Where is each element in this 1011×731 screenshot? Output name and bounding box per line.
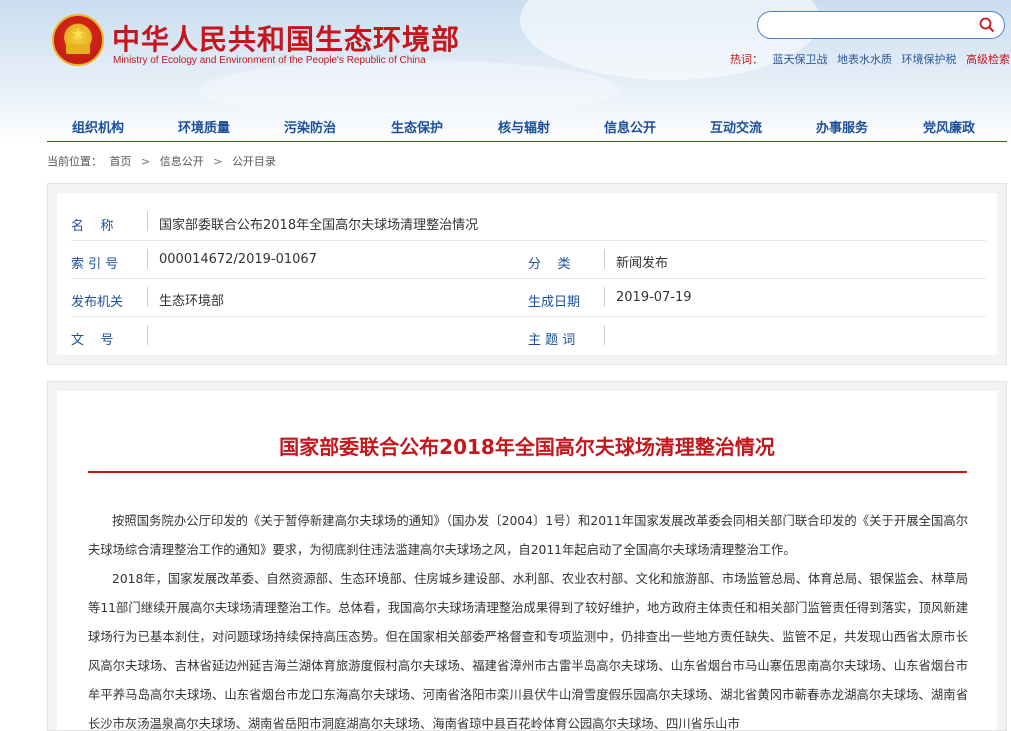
meta-value-issuer: 生态环境部 [159, 294, 225, 309]
nav-item-interaction[interactable]: 互动交流 [710, 117, 762, 136]
meta-label-index: 索 引 号 [71, 257, 119, 272]
article-body: 国家部委联合公布2018年全国高尔夫球场清理整治情况 按照国务院办公厅印发的《关… [57, 391, 997, 731]
nav-item-pollution-control[interactable]: 污染防治 [284, 117, 336, 136]
nav-item-ecological-protection[interactable]: 生态保护 [391, 117, 443, 136]
meta-label-date: 生成日期 [528, 295, 581, 310]
breadcrumb-catalog[interactable]: 公开目录 [232, 155, 276, 168]
site-subtitle: Ministry of Ecology and Environment of t… [113, 55, 426, 66]
site-title[interactable]: 中华人民共和国生态环境部 [112, 18, 460, 58]
article-title: 国家部委联合公布2018年全国高尔夫球场清理整治情况 [279, 435, 775, 459]
document-metadata-table: 名 称 国家部委联合公布2018年全国高尔夫球场清理整治情况 索 引 号 000… [57, 193, 997, 355]
meta-value-date: 2019-07-19 [616, 290, 692, 305]
nav-item-environment-quality[interactable]: 环境质量 [178, 117, 230, 136]
article-paragraph: 2018年，国家发展改革委、自然资源部、生态环境部、住房城乡建设部、水利部、农业… [88, 572, 968, 731]
nav-item-nuclear-radiation[interactable]: 核与辐射 [498, 117, 550, 136]
site-header: ★ 中华人民共和国生态环境部 Ministry of Ecology and E… [0, 0, 1011, 142]
meta-divider [604, 249, 605, 269]
meta-row-name: 名 称 国家部委联合公布2018年全国高尔夫球场清理整治情况 [71, 203, 986, 241]
breadcrumb-home[interactable]: 首页 [110, 155, 132, 168]
search-icon[interactable] [979, 17, 995, 33]
meta-value-category: 新闻发布 [616, 256, 669, 271]
breadcrumb-separator: > [213, 155, 223, 168]
meta-row-issuer: 发布机关 生态环境部 生成日期 2019-07-19 [71, 279, 986, 317]
meta-label-keywords: 主 题 词 [528, 333, 576, 348]
document-metadata-panel: 名 称 国家部委联合公布2018年全国高尔夫球场清理整治情况 索 引 号 000… [47, 183, 1007, 365]
meta-divider [147, 211, 148, 231]
breadcrumb-label: 当前位置： [47, 155, 102, 168]
meta-row-index: 索 引 号 000014672/2019-01067 分 类 新闻发布 [71, 241, 986, 279]
hot-word-link[interactable]: 蓝天保卫战 [773, 53, 828, 66]
meta-value-name: 国家部委联合公布2018年全国高尔夫球场清理整治情况 [159, 218, 479, 233]
nav-item-organization[interactable]: 组织机构 [72, 117, 124, 136]
advanced-search-link[interactable]: 高级检索 [966, 53, 1010, 66]
meta-divider [147, 325, 148, 345]
title-divider [88, 471, 967, 473]
search-input[interactable] [768, 15, 968, 35]
breadcrumb: 当前位置： 首页 > 信息公开 > 公开目录 [47, 153, 276, 169]
main-nav: 组织机构 环境质量 污染防治 生态保护 核与辐射 信息公开 互动交流 办事服务 … [47, 113, 1007, 142]
nav-item-services[interactable]: 办事服务 [816, 117, 868, 136]
meta-divider [604, 287, 605, 307]
meta-label-issuer: 发布机关 [71, 295, 124, 310]
search-box[interactable] [757, 11, 1005, 39]
meta-row-docno: 文 号 主 题 词 [71, 317, 986, 355]
national-emblem-logo[interactable]: ★ [52, 14, 104, 66]
hot-word-link[interactable]: 环境保护税 [902, 53, 957, 66]
meta-value-index: 000014672/2019-01067 [159, 252, 317, 267]
meta-divider [604, 325, 605, 345]
article-paragraph: 按照国务院办公厅印发的《关于暂停新建高尔夫球场的通知》（国办发〔2004〕1号）… [88, 514, 968, 557]
breadcrumb-info-disclosure[interactable]: 信息公开 [160, 155, 204, 168]
meta-label-docno: 文 号 [71, 333, 114, 348]
hot-words: 热词： 蓝天保卫战 地表水水质 环境保护税 高级检索 [730, 51, 1010, 67]
meta-divider [147, 287, 148, 307]
meta-divider [147, 249, 148, 269]
meta-label-category: 分 类 [528, 257, 571, 272]
nav-item-information-disclosure[interactable]: 信息公开 [604, 117, 656, 136]
hot-word-link[interactable]: 地表水水质 [837, 53, 892, 66]
meta-label-name: 名 称 [71, 219, 114, 234]
nav-item-party-integrity[interactable]: 党风廉政 [923, 117, 975, 136]
article-panel: 国家部委联合公布2018年全国高尔夫球场清理整治情况 按照国务院办公厅印发的《关… [47, 381, 1007, 731]
hot-words-label: 热词： [730, 53, 763, 66]
header-cloud [200, 60, 620, 120]
breadcrumb-separator: > [141, 155, 151, 168]
